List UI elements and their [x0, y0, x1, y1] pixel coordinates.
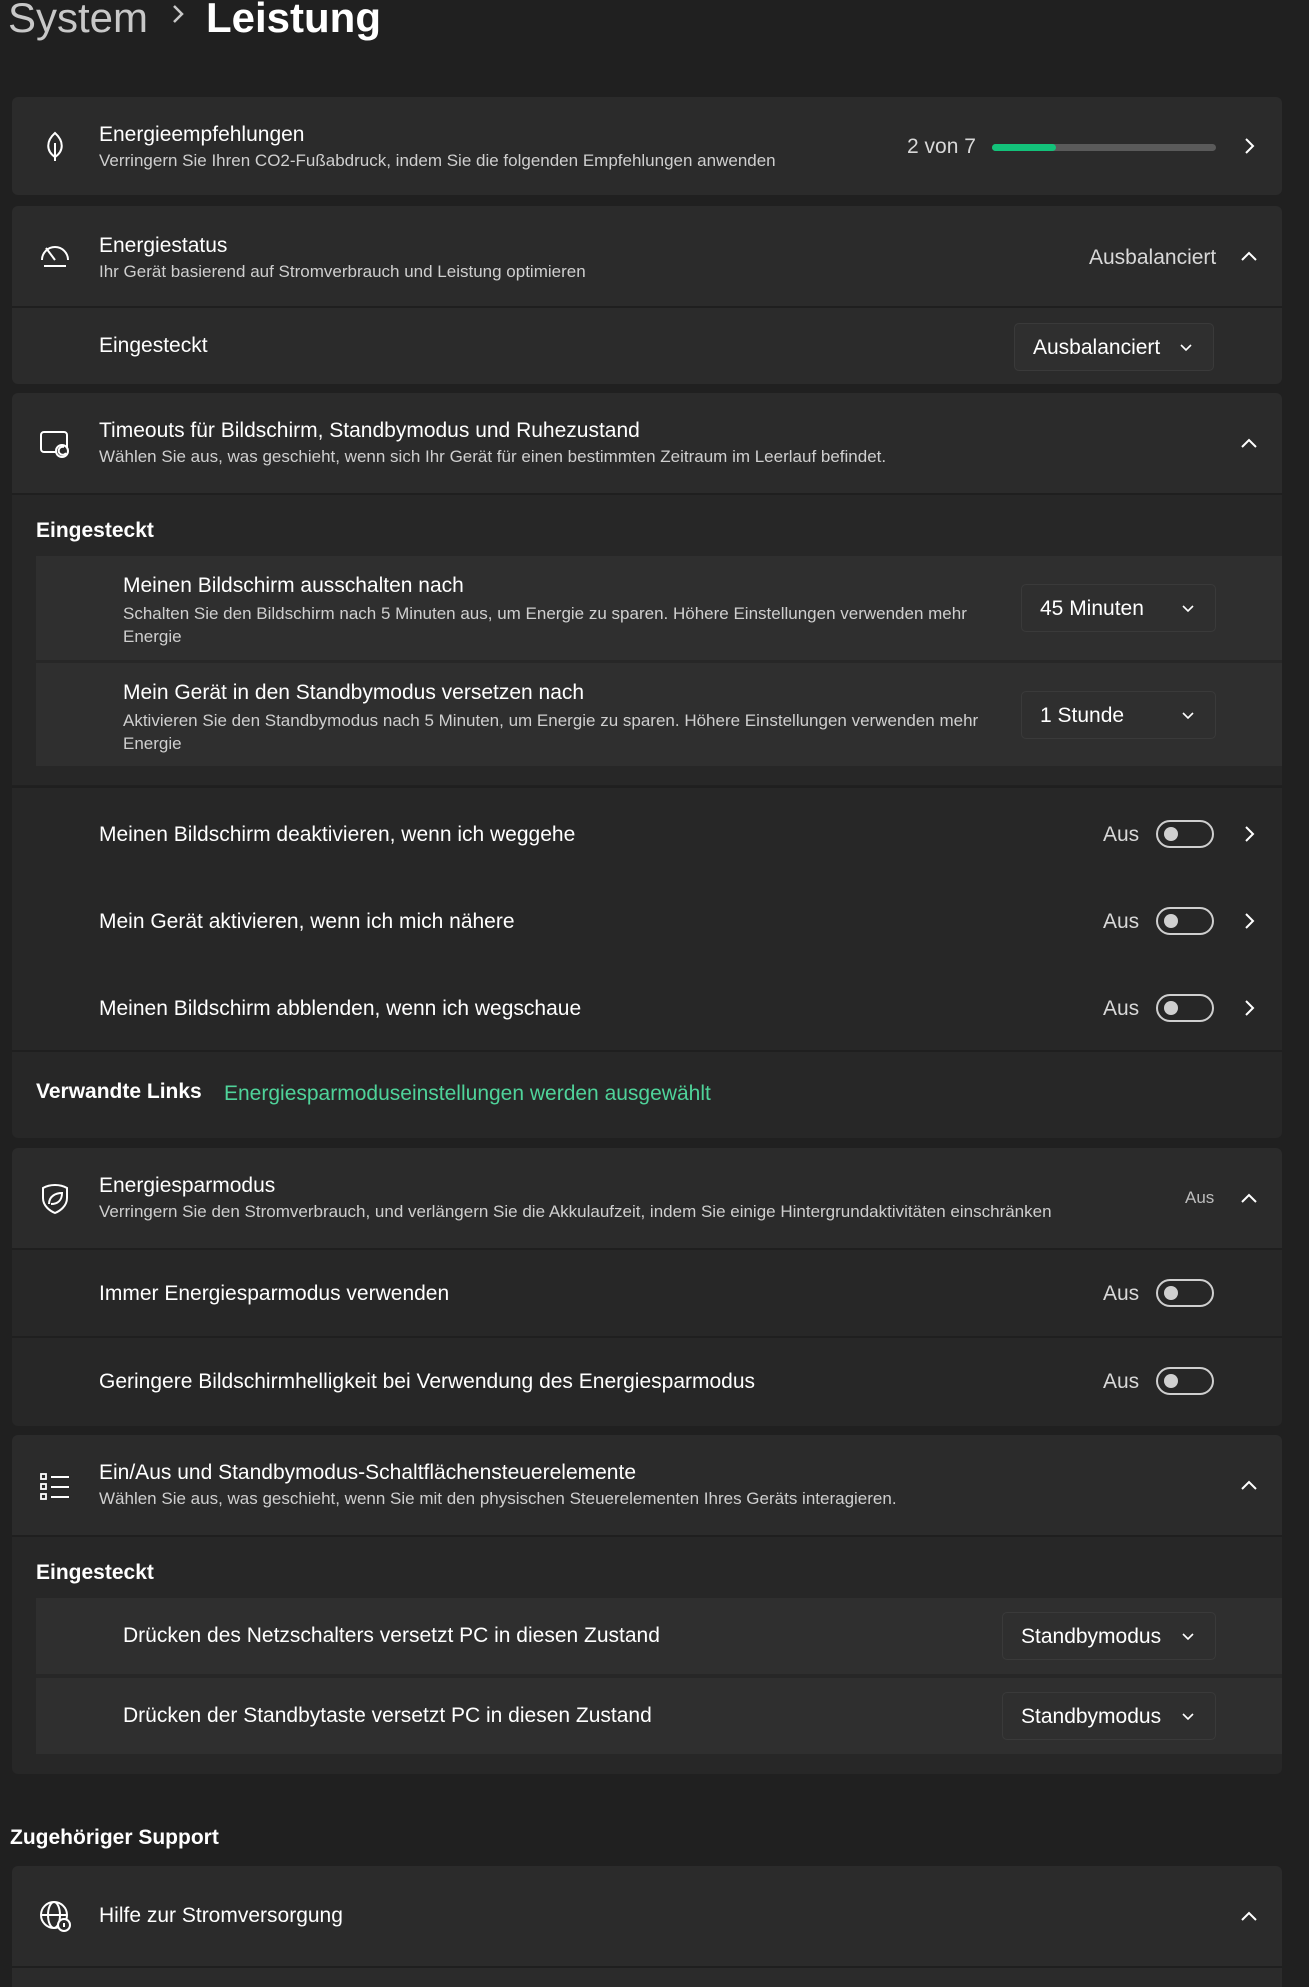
recommendations-subtitle: Verringern Sie Ihren CO2-Fußabdruck, ind…	[99, 151, 776, 170]
always-saver-row: Immer Energiesparmodus verwenden Aus	[12, 1250, 1282, 1336]
chevron-down-icon	[1182, 1633, 1194, 1641]
related-support-heading: Zugehöriger Support	[10, 1826, 219, 1849]
leaf-shield-icon	[42, 1184, 68, 1215]
power-mode-card[interactable]: Energiestatus Ihr Gerät basierend auf St…	[12, 206, 1282, 306]
chevron-down-icon	[1182, 605, 1194, 613]
chevron-up-icon	[1241, 1911, 1257, 1921]
power-mode-dropdown-value: Ausbalanciert	[1033, 336, 1161, 359]
leaf-icon	[47, 131, 63, 161]
sleep-button-dropdown[interactable]: Standbymodus	[1002, 1692, 1216, 1740]
saver-brightness-state: Aus	[1103, 1370, 1140, 1393]
power-buttons-subtitle: Wählen Sie aus, was geschieht, wenn Sie …	[99, 1489, 897, 1508]
always-saver-state: Aus	[1103, 1282, 1140, 1305]
screen-off-subtitle: Schalten Sie den Bildschirm nach 5 Minut…	[123, 604, 967, 646]
chevron-right-icon[interactable]	[1240, 912, 1258, 930]
saver-brightness-row: Geringere Bildschirmhelligkeit bei Verwe…	[12, 1338, 1282, 1426]
sleep-subtitle: Aktivieren Sie den Standbymodus nach 5 M…	[123, 711, 979, 753]
presence-approach-toggle[interactable]	[1156, 907, 1214, 935]
timeouts-subtitle: Wählen Sie aus, was geschieht, wenn sich…	[99, 447, 887, 466]
chevron-down-icon	[1180, 344, 1192, 352]
energy-saver-subtitle: Verringern Sie den Stromverbrauch, und v…	[99, 1202, 1052, 1221]
power-buttons-card[interactable]: Ein/Aus und Standbymodus-Schaltflächenst…	[12, 1435, 1282, 1535]
globe-icon	[40, 1901, 71, 1932]
power-button-dropdown[interactable]: Standbymodus	[1002, 1612, 1216, 1660]
breadcrumb-parent[interactable]: System	[8, 0, 148, 42]
chevron-up-icon	[1241, 438, 1257, 448]
power-mode-plugged-row: Eingesteckt Ausbalanciert	[12, 308, 1282, 384]
always-saver-title: Immer Energiesparmodus verwenden	[99, 1282, 450, 1305]
speedometer-icon	[41, 246, 69, 267]
saver-brightness-toggle[interactable]	[1156, 1367, 1214, 1395]
power-button-row: Drücken des Netzschalters versetzt PC in…	[36, 1598, 1282, 1674]
chevron-up-icon	[1241, 1193, 1257, 1203]
progress-fill	[992, 144, 1056, 151]
plugged-label: Eingesteckt	[99, 334, 208, 357]
related-links-label: Verwandte Links	[36, 1080, 202, 1103]
power-mode-subtitle: Ihr Gerät basierend auf Stromverbrauch u…	[99, 262, 586, 281]
timeouts-group-label: Eingesteckt	[36, 519, 154, 542]
presence-away-title: Meinen Bildschirm deaktivieren, wenn ich…	[99, 823, 576, 846]
power-mode-dropdown[interactable]: Ausbalanciert	[1014, 323, 1214, 371]
power-help-card[interactable]: Hilfe zur Stromversorgung	[12, 1866, 1282, 1966]
energy-saver-card[interactable]: Energiesparmodus Verringern Sie den Stro…	[12, 1148, 1282, 1248]
sleep-dropdown[interactable]: 1 Stunde	[1021, 691, 1216, 739]
sleep-button-dropdown-value: Standbymodus	[1021, 1705, 1162, 1728]
power-button-dropdown-value: Standbymodus	[1021, 1625, 1162, 1648]
power-help-title: Hilfe zur Stromversorgung	[99, 1904, 343, 1927]
power-mode-title: Energiestatus	[99, 234, 228, 257]
screen-off-row: Meinen Bildschirm ausschalten nach Schal…	[36, 556, 1282, 660]
screen-moon-icon	[40, 431, 69, 458]
timeouts-card[interactable]: Timeouts für Bildschirm, Standbymodus un…	[12, 393, 1282, 493]
power-buttons-title: Ein/Aus und Standbymodus-Schaltflächenst…	[99, 1461, 636, 1484]
power-button-title: Drücken des Netzschalters versetzt PC in…	[123, 1624, 660, 1647]
presence-approach-title: Mein Gerät aktivieren, wenn ich mich näh…	[99, 910, 515, 933]
presence-dim-toggle[interactable]	[1156, 994, 1214, 1022]
presence-dim-state: Aus	[1103, 997, 1140, 1020]
power-help-body	[12, 1968, 1282, 1987]
list-icon	[40, 1473, 69, 1500]
chevron-up-icon	[1241, 1480, 1257, 1490]
energy-recommendations-card[interactable]: Energieempfehlungen Verringern Sie Ihren…	[12, 97, 1282, 195]
sleep-button-row: Drücken der Standbytaste versetzt PC in …	[36, 1678, 1282, 1754]
screen-off-title: Meinen Bildschirm ausschalten nach	[123, 574, 464, 597]
recommendations-progress-text: 2 von 7	[907, 135, 976, 158]
breadcrumb-chevron-icon	[170, 0, 186, 34]
recommendations-progress-bar	[992, 144, 1216, 151]
presence-away-state: Aus	[1103, 823, 1140, 846]
sleep-title: Mein Gerät in den Standbymodus versetzen…	[123, 681, 585, 704]
power-buttons-group-label: Eingesteckt	[36, 1561, 154, 1584]
sleep-button-title: Drücken der Standbytaste versetzt PC in …	[123, 1704, 652, 1727]
sleep-dropdown-value: 1 Stunde	[1040, 704, 1125, 727]
chevron-right-icon[interactable]	[1240, 999, 1258, 1017]
screen-off-dropdown[interactable]: 45 Minuten	[1021, 584, 1216, 632]
energy-saver-value: Aus	[1185, 1188, 1215, 1207]
power-mode-value: Ausbalanciert	[1089, 246, 1217, 269]
chevron-down-icon	[1182, 1713, 1194, 1721]
screen-off-dropdown-value: 45 Minuten	[1040, 597, 1144, 620]
saver-brightness-title: Geringere Bildschirmhelligkeit bei Verwe…	[99, 1370, 756, 1393]
presence-section: Meinen Bildschirm deaktivieren, wenn ich…	[12, 788, 1282, 1052]
timeouts-title: Timeouts für Bildschirm, Standbymodus un…	[99, 419, 640, 442]
chevron-up-icon	[1241, 251, 1257, 261]
always-saver-toggle[interactable]	[1156, 1279, 1214, 1307]
energy-saver-settings-link[interactable]: Energiesparmoduseinstellungen werden aus…	[224, 1082, 711, 1106]
presence-dim-title: Meinen Bildschirm abblenden, wenn ich we…	[99, 997, 582, 1020]
chevron-right-icon	[1245, 138, 1255, 154]
related-links-row: Verwandte Links Energiesparmoduseinstell…	[12, 1052, 1282, 1138]
chevron-right-icon[interactable]	[1240, 825, 1258, 843]
chevron-down-icon	[1182, 712, 1194, 720]
energy-saver-title: Energiesparmodus	[99, 1174, 276, 1197]
sleep-row: Mein Gerät in den Standbymodus versetzen…	[36, 663, 1282, 766]
presence-away-toggle[interactable]	[1156, 820, 1214, 848]
recommendations-title: Energieempfehlungen	[99, 123, 305, 146]
page-title: Leistung	[206, 0, 381, 41]
presence-approach-state: Aus	[1103, 910, 1140, 933]
